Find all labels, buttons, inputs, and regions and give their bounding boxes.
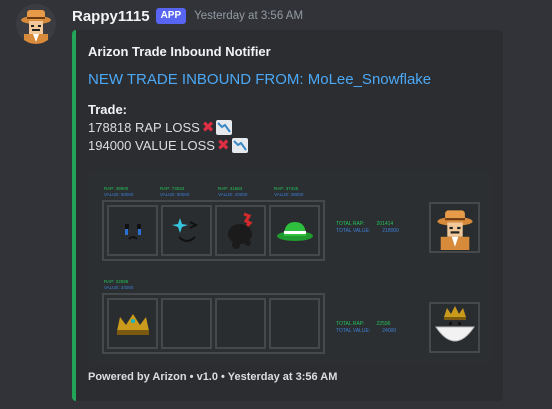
app-badge: APP [155,8,187,24]
total-value-label: TOTAL VALUE: [336,227,371,234]
trade-field-name: Trade: [88,102,128,117]
gold-crown-icon [116,313,149,335]
black-hair-red-horn-icon [227,212,253,249]
value-loss-text: 194000 VALUE LOSS [88,138,215,153]
request-item-slot[interactable] [215,298,266,349]
rap-loss-text: 178818 RAP LOSS [88,120,200,135]
item-value: VALUE: 80000 [160,191,190,197]
offer-items-row [102,200,325,261]
offer-item-stats-2: RAP: 73534 VALUE: 80000 [160,186,189,197]
crown-bowl-avatar-icon [434,305,475,341]
offer-item-slot[interactable] [107,205,158,256]
chart-decreasing-icon [231,138,248,153]
item-value: VALUE: 60000 [104,191,134,197]
offer-item-stats-4: RAP: 37425 VALUE: 38000 [274,186,303,197]
request-item-stats-1: RAP: 22596 VALUE: 24000 [104,279,133,290]
rap-loss-line: 178818 RAP LOSS ✖ [88,118,233,136]
offer-item-stats-3: RAP: 41664 VALUE: 40000 [218,186,247,197]
offer-item-stats-1: RAP: 49900 VALUE: 60000 [104,186,133,197]
message-timestamp: Yesterday at 3:56 AM [194,10,304,22]
bot-avatar[interactable] [16,4,56,44]
chart-decreasing-icon [216,120,233,135]
request-item-slot[interactable] [107,298,158,349]
item-value: VALUE: 38000 [274,191,304,197]
item-value: VALUE: 24000 [104,284,134,290]
total-value-value: 24000 [382,327,397,334]
offer-item-slot[interactable] [269,205,320,256]
total-value-label: TOTAL VALUE: [336,327,371,334]
cross-mark-icon: ✖ [216,136,230,154]
value-loss-line: 194000 VALUE LOSS ✖ [88,138,248,153]
trade-embed: Arizon Trade Inbound Notifier NEW TRADE … [72,30,503,401]
offer-totals: TOTAL RAP: 201414 TOTAL VALUE: 218000 [336,221,399,234]
username[interactable]: Rappy1115 [72,8,150,25]
green-fedora-icon [276,221,313,241]
embed-footer: Powered by Arizon • v1.0 • Yesterday at … [88,371,338,383]
request-items-row [102,293,325,354]
request-item-slot[interactable] [269,298,320,349]
embed-title[interactable]: NEW TRADE INBOUND FROM: MoLee_Snowflake [88,71,431,88]
embed-author: Arizon Trade Inbound Notifier [88,44,271,59]
tears-face-icon [124,223,141,240]
offer-item-slot[interactable] [161,205,212,256]
detective-avatar-icon [436,209,473,250]
request-item-slot[interactable] [161,298,212,349]
user-avatar-frame[interactable] [429,302,480,353]
sparkle-smile-face-icon [171,217,198,242]
detective-avatar-icon [21,10,51,44]
message-header: Rappy1115 APP Yesterday at 3:56 AM [72,5,303,27]
trade-image[interactable]: RAP: 49900 VALUE: 60000 RAP: 73534 VALUE… [88,172,491,363]
item-value: VALUE: 40000 [218,191,248,197]
offer-item-slot[interactable] [215,205,266,256]
request-totals: TOTAL RAP: 22596 TOTAL VALUE: 24000 [336,321,396,334]
total-value-value: 218000 [382,227,399,234]
trader-avatar-frame[interactable] [429,202,480,253]
cross-mark-icon: ✖ [201,118,215,136]
